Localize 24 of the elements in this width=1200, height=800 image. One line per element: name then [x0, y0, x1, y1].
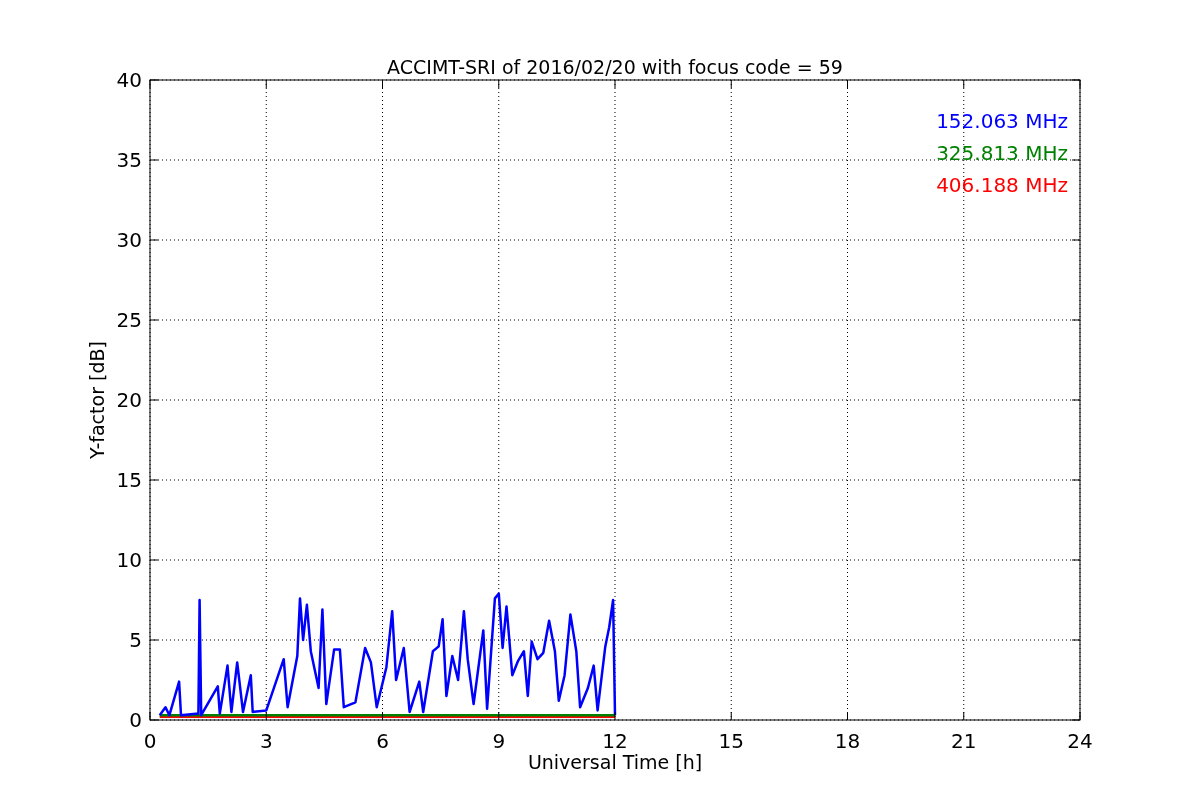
tick-label: 3: [259, 729, 273, 753]
tick-label: 15: [718, 729, 744, 753]
y-axis-label: Y-factor [dB]: [86, 341, 108, 459]
tick-label: 6: [376, 729, 389, 753]
tick-label: 10: [116, 548, 142, 572]
tick-label: 35: [116, 148, 142, 172]
legend-label: 406.188 MHz: [936, 173, 1068, 197]
tick-label: 30: [116, 228, 142, 252]
tick-label: 25: [116, 308, 142, 332]
tick-label: 18: [834, 729, 861, 753]
x-axis-label: Universal Time [h]: [527, 751, 703, 773]
tick-label: 20: [116, 388, 142, 412]
legend-label: 325.813 MHz: [936, 141, 1068, 165]
tick-label: 21: [951, 729, 977, 753]
tick-label: 9: [492, 729, 506, 753]
tick-label: 0: [143, 729, 157, 753]
tick-label: 12: [602, 729, 628, 753]
tick-label: 15: [116, 468, 142, 492]
tick-label: 24: [1067, 729, 1093, 753]
tick-label: 40: [116, 68, 142, 92]
chart-title: ACCIMT-SRI of 2016/02/20 with focus code = 59: [387, 56, 843, 78]
tick-label: 0: [129, 708, 142, 732]
tick-label: 5: [129, 628, 142, 652]
legend-label: 152.063 MHz: [936, 109, 1068, 133]
